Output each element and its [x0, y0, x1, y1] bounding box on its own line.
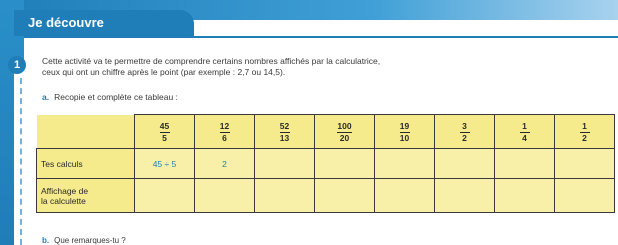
display-cell[interactable] [134, 178, 195, 213]
calculation-cell[interactable] [494, 148, 555, 179]
fraction: 14 [519, 120, 530, 143]
fraction: 100 20 [337, 120, 352, 143]
calculation-cell[interactable] [314, 148, 375, 179]
fraction-denominator: 2 [582, 132, 587, 143]
section-title: Je découvre [14, 10, 194, 36]
calculations-row: Tes calculs 45 ÷ 5 2 [36, 148, 615, 179]
fraction-numerator: 12 [219, 120, 230, 131]
fraction-cell: 12 [554, 114, 615, 149]
calculation-cell[interactable]: 45 ÷ 5 [134, 148, 195, 179]
fraction: 32 [459, 120, 470, 143]
activity-intro: Cette activité va te permettre de compre… [42, 56, 582, 78]
fraction-numerator: 52 [279, 120, 290, 131]
dashed-guide [20, 78, 22, 245]
fraction: 12 6 [219, 120, 230, 143]
calculation-cell[interactable]: 2 [194, 148, 255, 179]
fraction-numerator: 19 [399, 120, 410, 131]
fraction-denominator: 20 [339, 132, 350, 143]
fraction-numerator: 1 [522, 120, 527, 131]
display-row: Affichage de la calculette [36, 178, 615, 213]
intro-line-1: Cette activité va te permettre de compre… [42, 56, 381, 66]
fraction-denominator: 2 [462, 132, 467, 143]
fraction-header-row: 45 5 12 6 52 13 100 20 19 10 32 14 12 [36, 114, 615, 149]
row-label-display: Affichage de la calculette [36, 178, 135, 213]
fraction: 52 13 [279, 120, 290, 143]
fraction-cell: 14 [494, 114, 555, 149]
display-cell[interactable] [254, 178, 315, 213]
calculation-cell[interactable] [554, 148, 615, 179]
fraction-cell: 45 5 [134, 114, 195, 149]
calculation-cell[interactable] [374, 148, 435, 179]
fraction: 45 5 [159, 120, 170, 143]
fraction-denominator: 6 [222, 132, 227, 143]
fraction: 19 10 [399, 120, 410, 143]
question-b-text: Que remarques-tu ? [54, 236, 126, 245]
intro-line-2: ceux qui ont un chiffre après le point (… [42, 67, 286, 77]
display-cell[interactable] [314, 178, 375, 213]
fraction-numerator: 3 [462, 120, 467, 131]
fraction-numerator: 1 [582, 120, 587, 131]
row-label-display-line-2: la calculette [41, 195, 86, 206]
question-a: a. Recopie et complète ce tableau : [42, 92, 178, 102]
section-divider [24, 36, 618, 38]
calculation-cell[interactable] [434, 148, 495, 179]
question-b-letter: b. [42, 236, 50, 245]
row-label-calculations: Tes calculs [36, 148, 135, 179]
display-cell[interactable] [194, 178, 255, 213]
calc-table: 45 5 12 6 52 13 100 20 19 10 32 14 12 Tes cal… [36, 114, 615, 213]
display-cell[interactable] [494, 178, 555, 213]
fraction-numerator: 45 [159, 120, 170, 131]
fraction-cell: 19 10 [374, 114, 435, 149]
fraction-denominator: 10 [399, 132, 410, 143]
question-b: b. Que remarques-tu ? [42, 236, 126, 245]
fraction-denominator: 13 [279, 132, 290, 143]
fraction-cell: 12 6 [194, 114, 255, 149]
fraction-cell: 32 [434, 114, 495, 149]
fraction-numerator: 100 [337, 120, 352, 131]
fraction: 12 [579, 120, 590, 143]
calculation-cell[interactable] [254, 148, 315, 179]
display-cell[interactable] [374, 178, 435, 213]
fraction-denominator: 5 [162, 132, 167, 143]
activity-number-badge: 1 [8, 56, 26, 74]
fraction-cell: 52 13 [254, 114, 315, 149]
fraction-denominator: 4 [522, 132, 527, 143]
header-corner [36, 114, 135, 149]
display-cell[interactable] [434, 178, 495, 213]
row-label-display-line-1: Affichage de [41, 185, 89, 196]
display-cell[interactable] [554, 178, 615, 213]
question-a-letter: a. [42, 92, 50, 102]
question-a-text: Recopie et complète ce tableau : [54, 92, 178, 102]
left-rail-inner [14, 60, 24, 245]
fraction-cell: 100 20 [314, 114, 375, 149]
